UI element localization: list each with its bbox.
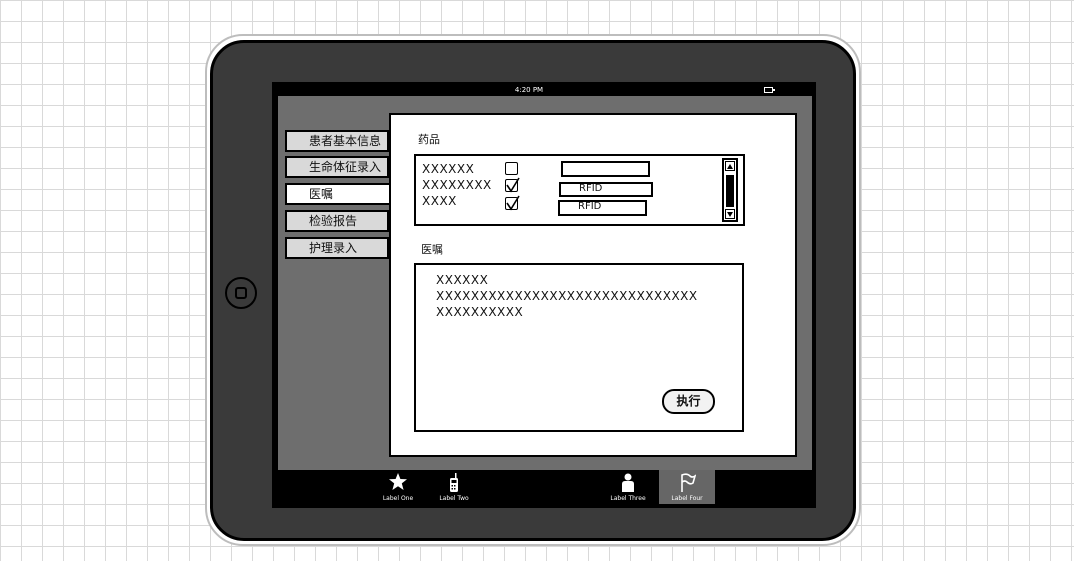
tab-bar [278,470,812,506]
sidebar-item-orders[interactable]: 医嘱 [285,183,393,205]
home-button[interactable] [225,277,257,309]
medicine-name: XXXXXXXX [422,178,492,192]
sidebar-item-lab-reports[interactable]: 检验报告 [285,210,389,232]
tab-label-two[interactable]: Label Two [426,470,482,504]
execute-button[interactable]: 执行 [662,389,715,414]
tab-label: Label One [382,495,414,502]
check-icon [506,177,520,193]
scroll-thumb[interactable] [726,175,734,207]
flag-icon [659,473,715,493]
check-icon [506,195,520,211]
medicine-checkbox[interactable] [505,195,520,211]
medicine-name: XXXXXX [422,162,475,176]
tab-label-three[interactable]: Label Three [600,470,656,504]
tab-label: Label Three [610,495,646,502]
scroll-down-icon[interactable] [725,209,735,219]
sidebar-item-nursing-entry[interactable]: 护理录入 [285,237,389,259]
sidebar-item-patient-info[interactable]: 患者基本信息 [285,130,389,152]
order-line: XXXXXX [436,273,489,287]
scroll-up-icon[interactable] [725,161,735,171]
order-line: XXXXXXXXXX [436,305,524,319]
person-icon [600,473,656,493]
tab-label: Label Two [439,495,469,502]
orders-section-title: 医嘱 [421,243,443,256]
order-line: XXXXXXXXXXXXXXXXXXXXXXXXXXXXXX [436,289,698,303]
medicine-section-title: 药品 [418,133,440,146]
battery-icon [764,87,775,93]
phone-icon [426,473,482,493]
medicine-name: XXXX [422,194,457,208]
medicine-checkbox[interactable] [505,162,518,175]
rfid-field[interactable]: RFID [559,182,653,197]
rfid-field[interactable]: RFID [558,200,647,216]
sidebar-item-vital-signs[interactable]: 生命体征录入 [285,156,389,178]
tab-label: Label Four [671,495,703,502]
home-button-square-icon [235,287,247,299]
medicine-scrollbar[interactable] [722,158,738,222]
tab-label-one[interactable]: Label One [370,470,426,504]
tab-label-four[interactable]: Label Four [659,470,715,504]
star-icon [370,473,426,493]
rfid-field[interactable] [561,161,650,177]
medicine-checkbox[interactable] [505,177,520,193]
status-time: 4:20 PM [514,86,544,94]
